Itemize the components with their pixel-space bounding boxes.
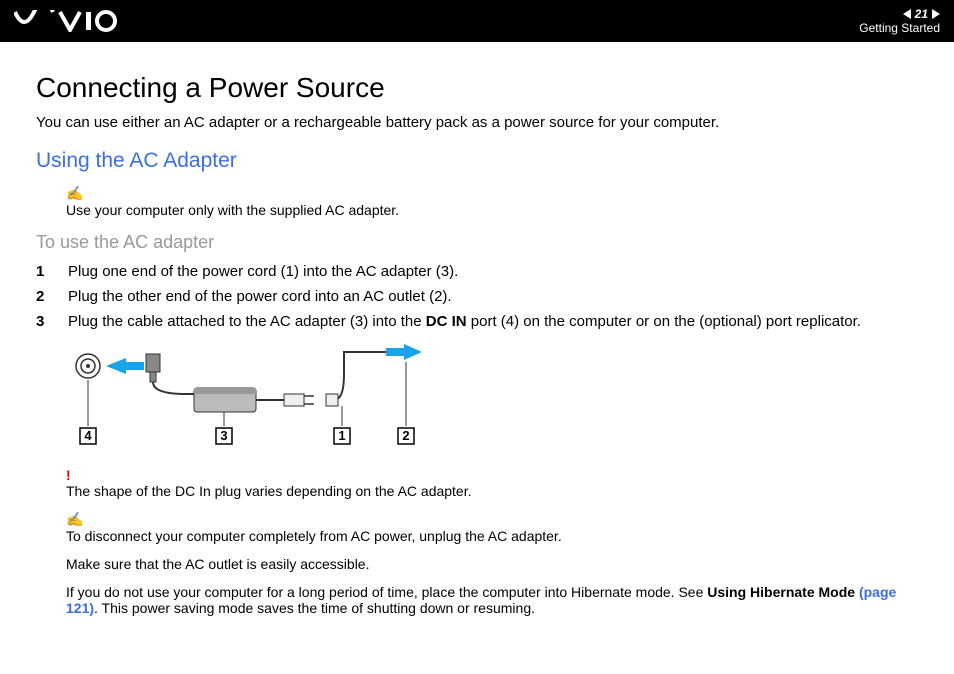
note-hibernate: If you do not use your computer for a lo… bbox=[66, 584, 918, 616]
note-icon: ✍ bbox=[66, 511, 918, 528]
step-2: 2 Plug the other end of the power cord i… bbox=[36, 288, 918, 305]
subheading: Using the AC Adapter bbox=[36, 149, 918, 173]
header-bar: 21 Getting Started bbox=[0, 0, 954, 42]
warning-icon: ! bbox=[66, 467, 918, 483]
intro-text: You can use either an AC adapter or a re… bbox=[36, 114, 918, 131]
note-icon: ✍ bbox=[66, 185, 918, 202]
step-text: Plug the cable attached to the AC adapte… bbox=[68, 313, 861, 330]
note-disconnect: To disconnect your computer completely f… bbox=[66, 528, 918, 544]
diagram-label-4: 4 bbox=[84, 428, 92, 443]
step-text: Plug one end of the power cord (1) into … bbox=[68, 263, 458, 280]
section-label: Getting Started bbox=[859, 21, 940, 35]
step-text: Plug the other end of the power cord int… bbox=[68, 288, 452, 305]
page-content: Connecting a Power Source You can use ei… bbox=[0, 42, 954, 638]
page-number: 21 bbox=[915, 7, 928, 21]
pager: 21 Getting Started bbox=[859, 7, 940, 36]
ac-adapter-diagram: 4 3 1 2 bbox=[66, 344, 918, 459]
procedure-heading: To use the AC adapter bbox=[36, 232, 918, 253]
warning-text: The shape of the DC In plug varies depen… bbox=[66, 483, 918, 499]
diagram-label-2: 2 bbox=[402, 428, 409, 443]
vaio-logo bbox=[14, 10, 124, 32]
diagram-label-1: 1 bbox=[338, 428, 345, 443]
steps-list: 1 Plug one end of the power cord (1) int… bbox=[36, 263, 918, 330]
note-outlet: Make sure that the AC outlet is easily a… bbox=[66, 556, 918, 572]
next-page-icon[interactable] bbox=[932, 9, 940, 19]
diagram-label-3: 3 bbox=[220, 428, 227, 443]
page-title: Connecting a Power Source bbox=[36, 72, 918, 104]
note-supplied-adapter: Use your computer only with the supplied… bbox=[66, 202, 918, 218]
prev-page-icon[interactable] bbox=[903, 9, 911, 19]
step-1: 1 Plug one end of the power cord (1) int… bbox=[36, 263, 918, 280]
step-3: 3 Plug the cable attached to the AC adap… bbox=[36, 313, 918, 330]
